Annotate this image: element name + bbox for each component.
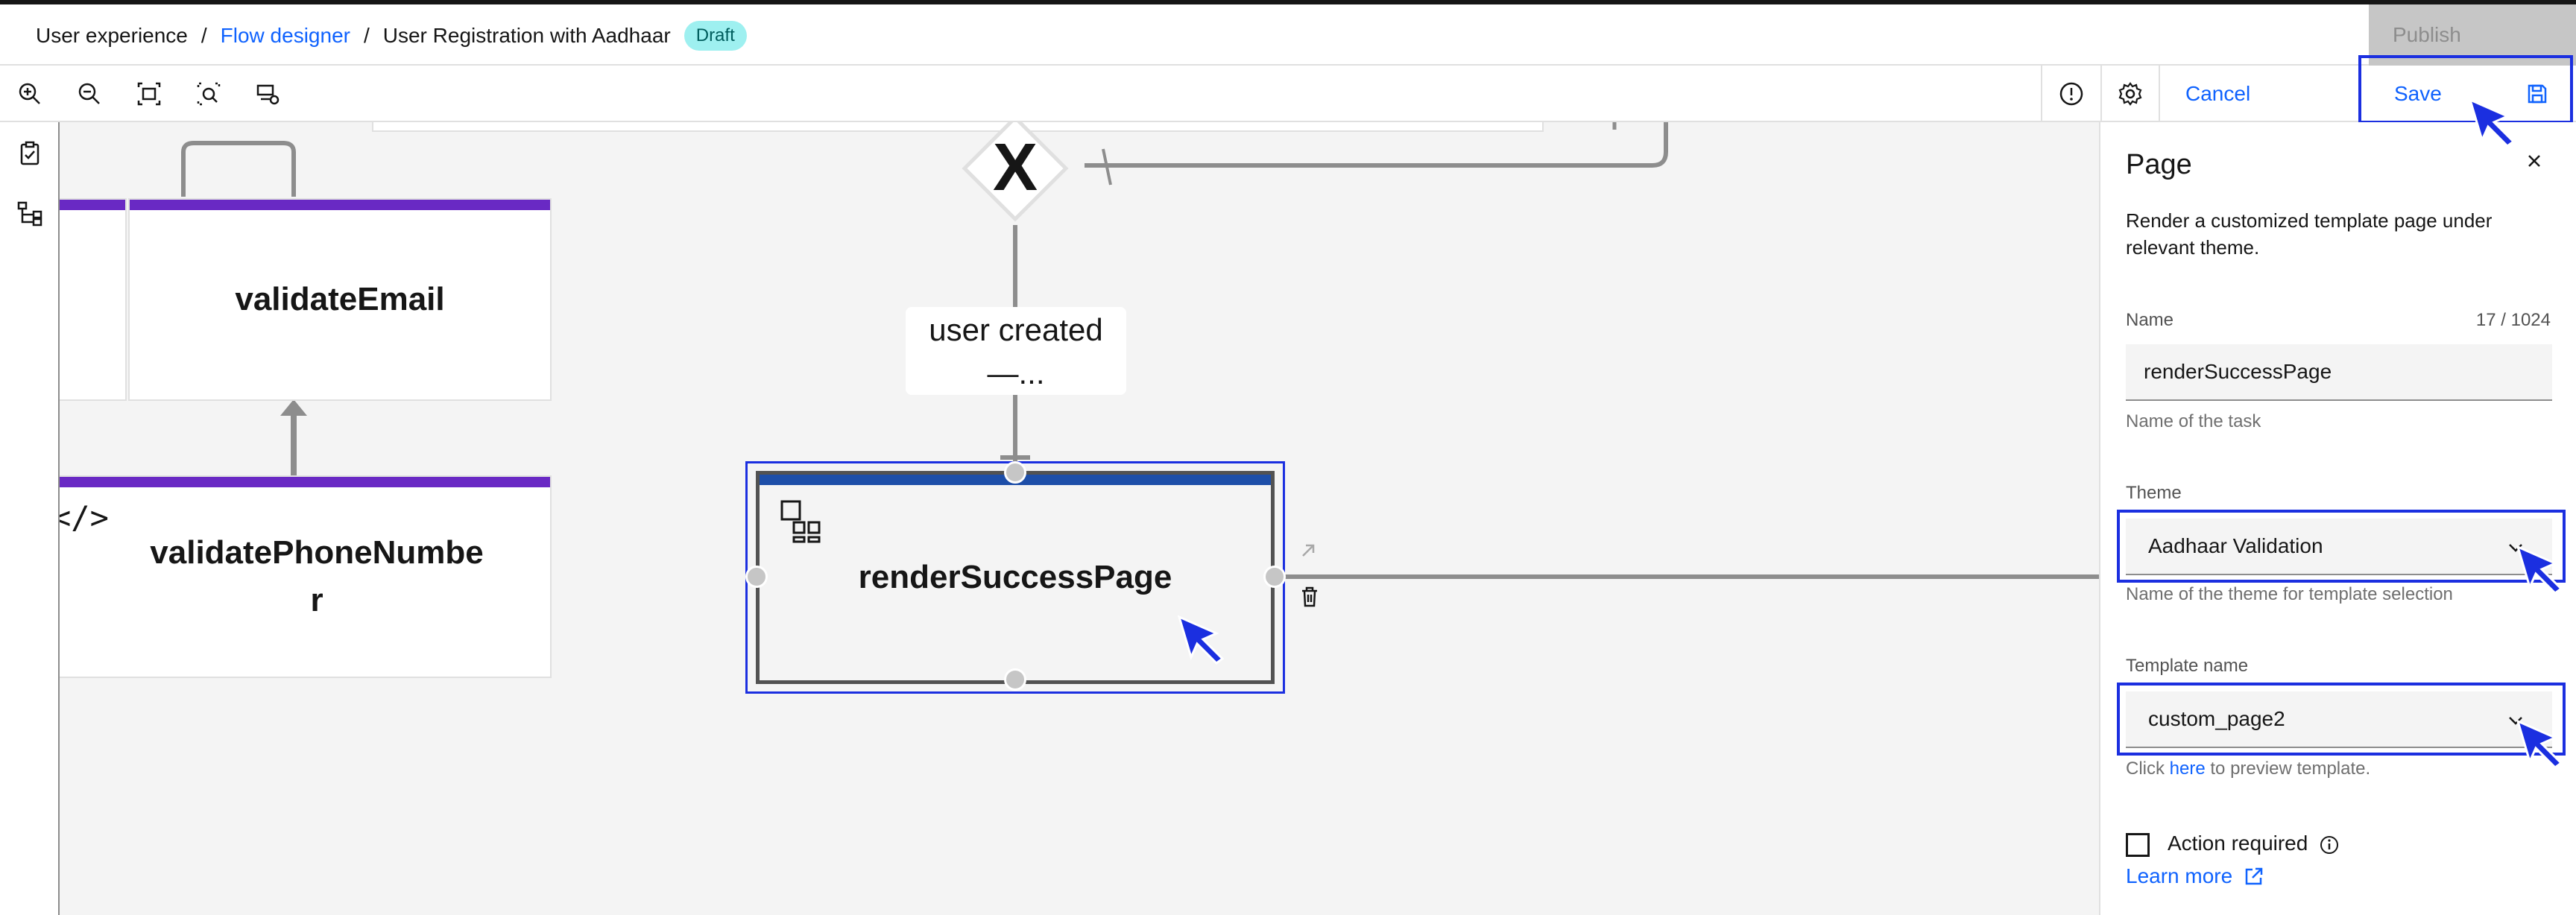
data-flow-icon[interactable] [15,198,45,228]
edge-label-line1: user created [929,312,1103,347]
cursor-arrow-icon [2516,545,2563,595]
learn-more-text: Learn more [2126,864,2233,887]
zoom-area-icon[interactable] [194,79,224,109]
open-link-icon[interactable] [1297,539,1319,562]
node-validate-email[interactable]: validateEmail [128,198,552,401]
theme-field-label: Theme [2126,483,2182,503]
action-required-text: Action required [2168,832,2308,855]
page-header: User experience / Flow designer / User R… [0,4,2576,66]
warning-circle-icon [2059,82,2083,106]
action-required-label: Action required [2168,832,2340,856]
save-annotation-box [2358,55,2573,124]
name-helper-text: Name of the task [2126,411,2261,431]
name-char-count: 17 / 1024 [2475,310,2551,330]
template-helper-prefix: Click [2126,759,2170,779]
task-list-icon[interactable] [15,139,45,168]
connector-handle-left[interactable] [745,566,768,588]
cursor-arrow-icon [1177,615,1225,665]
theme-helper-text: Name of the theme for template selection [2126,584,2453,604]
breadcrumb-separator: / [201,24,207,47]
partial-node-left[interactable] [60,198,127,401]
theme-annotation-box [2117,510,2566,583]
action-required-checkbox[interactable] [2126,833,2150,857]
info-icon[interactable] [2318,834,2340,856]
script-icon: </> [60,499,109,536]
breadcrumb: User experience / Flow designer / User R… [36,21,747,51]
preview-template-link[interactable]: here [2170,759,2206,779]
name-field-label: Name [2126,310,2174,330]
launch-icon [2245,867,2263,885]
zoom-out-icon[interactable] [75,79,104,109]
flow-canvas[interactable]: X user created —... validateEmail valida… [60,122,2099,915]
flow-settings-icon[interactable] [253,79,283,109]
edge-label-line2: —... [987,355,1045,390]
cancel-button[interactable]: Cancel [2160,66,2361,122]
info-button[interactable] [2041,66,2100,122]
node-top-bar [130,200,550,210]
template-annotation-box [2117,683,2566,756]
connector-handle-bottom[interactable] [1004,668,1026,691]
template-helper-text: Click here to preview template. [2126,759,2370,779]
gear-icon [2118,82,2142,106]
template-field-label: Template name [2126,656,2249,676]
properties-panel: Page Render a customized template page u… [2099,122,2576,915]
breadcrumb-item-user-experience[interactable]: User experience [36,24,188,48]
cursor-arrow-icon [2468,98,2516,148]
settings-button[interactable] [2100,66,2160,122]
panel-description: Render a customized template page under … [2126,209,2493,259]
node-top-bar [60,200,125,210]
close-icon[interactable] [2518,145,2551,177]
connector-handle-top[interactable] [1004,461,1026,484]
node-label: validateEmail [235,281,445,317]
canvas-toolbar: Cancel Save [0,55,2576,124]
node-label-line1: validatePhoneNumbe [150,534,484,571]
fit-to-screen-icon[interactable] [134,79,164,109]
template-helper-suffix: to preview template. [2205,759,2371,779]
cursor-arrow-icon [2516,719,2563,769]
breadcrumb-item-flow-designer[interactable]: Flow designer [221,24,350,48]
breadcrumb-separator: / [363,24,370,47]
zoom-in-icon[interactable] [15,79,45,109]
name-input[interactable]: renderSuccessPage [2126,344,2552,401]
exclusive-gateway[interactable]: X [962,122,1069,222]
status-badge: Draft [684,21,747,51]
left-rail [0,122,60,915]
edge-label[interactable]: user created —... [906,307,1126,395]
connector-handle-right[interactable] [1263,566,1286,588]
gateway-symbol: X [992,130,1038,205]
panel-title: Page [2126,149,2192,180]
breadcrumb-item-current-flow: User Registration with Aadhaar [382,24,671,47]
trash-icon[interactable] [1297,584,1322,610]
node-validate-phone-number[interactable]: validatePhoneNumbe r [60,475,552,678]
node-label-line2: r [310,582,323,618]
learn-more-link[interactable]: Learn more [2126,864,2265,888]
node-top-bar [60,477,550,487]
